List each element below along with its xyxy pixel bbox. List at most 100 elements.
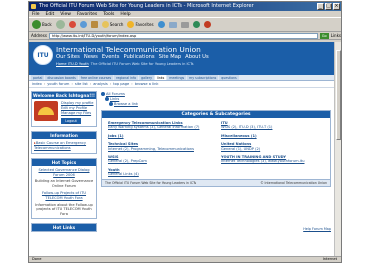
search-button[interactable]: Search [101, 21, 123, 28]
links-toolbar[interactable]: Links [331, 33, 341, 38]
breadcrumb: index › youth forum › site list › analysis ›… [29, 81, 334, 88]
category-item: Youth General Links (4) [108, 168, 213, 177]
breadcrumb-item[interactable]: analysis [93, 81, 108, 87]
browse-link[interactable]: Browse a link [114, 102, 138, 106]
hot-topics-title: Hot Topics [32, 159, 96, 166]
information-link[interactable]: Basic Course on Emergency Telecommunicat… [34, 141, 94, 151]
tab-portal[interactable]: portal [31, 75, 45, 80]
forward-button[interactable] [55, 20, 65, 29]
hot-topic-desc: Information about the Follow-up projects… [35, 202, 93, 216]
menu-view[interactable]: View [60, 11, 71, 17]
close-button[interactable]: × [333, 3, 340, 10]
stop-button[interactable] [68, 21, 76, 28]
logout-button[interactable]: Logout [61, 118, 81, 124]
forum-icon [101, 92, 105, 96]
refresh-button[interactable] [79, 21, 87, 28]
category-subcategories[interactable]: General (2), PrepCom [108, 159, 213, 163]
footer-right[interactable]: © International Telecommunication Union [260, 180, 327, 186]
messenger-button[interactable] [192, 21, 200, 28]
scrollbar-thumb[interactable] [336, 50, 341, 140]
category-subcategories[interactable]: General (1), UNDP (2) [221, 147, 326, 151]
tab-links[interactable]: links [154, 75, 167, 80]
manage-files-link[interactable]: Manage my Files [61, 111, 94, 115]
nav-site-map[interactable]: Site Map [159, 54, 182, 60]
breadcrumb-item[interactable]: index [32, 81, 42, 87]
breadcrumb-item[interactable]: top page [113, 81, 129, 87]
tab-my-subscriptions[interactable]: my subscriptions [187, 75, 219, 80]
category-title[interactable]: Jobs (1) [108, 134, 213, 138]
vertical-scrollbar[interactable] [334, 42, 341, 256]
forum-links-nav: All Forums Links Browse a link [101, 92, 138, 107]
status-zone: Internet [322, 257, 337, 261]
footer-left: The Official ITU Forum Web Site for Youn… [105, 180, 197, 185]
mail-icon [168, 21, 177, 28]
information-title: Information [32, 132, 96, 139]
window-titlebar[interactable]: The Official ITU Forum Web Site for Youn… [29, 2, 341, 11]
hot-links-title: Hot Links [32, 224, 96, 232]
category-subcategories[interactable]: General Links (4) [108, 172, 213, 176]
category-item: Miscellaneous (1) [221, 134, 326, 138]
browser-window: The Official ITU Forum Web Site for Youn… [28, 1, 342, 263]
media-button[interactable] [203, 21, 211, 28]
back-button[interactable]: Back [32, 20, 52, 29]
welcome-title: Welcome Back Ishtogna!!! [32, 92, 96, 99]
hot-topic-link[interactable]: Follow-up Projects of ITU TELECOM Youth … [34, 191, 94, 200]
category-subcategories[interactable]: Internet (2), Programming, Telecommunica… [108, 147, 213, 151]
breadcrumb-item[interactable]: browse a link [135, 81, 159, 87]
itu-logo[interactable]: ITU [33, 45, 53, 65]
nav-news[interactable]: News [84, 54, 98, 60]
breadcrumb-item[interactable]: youth forum [47, 81, 69, 87]
category-subcategories[interactable]: WSIS (2), ITU-D (3), ITU-T (1) [221, 125, 326, 129]
menu-help[interactable]: Help [120, 11, 130, 17]
favorites-button[interactable]: Favorites [127, 21, 154, 28]
tab-gallery[interactable]: gallery [139, 75, 154, 80]
history-button[interactable] [157, 21, 165, 28]
search-icon [101, 21, 109, 28]
nav-events[interactable]: Events [102, 54, 120, 60]
category-item: Jobs (1) [108, 134, 213, 138]
nav-about-us[interactable]: About Us [185, 54, 209, 60]
category-title[interactable]: Miscellaneous (1) [221, 134, 326, 138]
links-link[interactable]: Links [110, 97, 119, 101]
menu-favorites[interactable]: Favorites [77, 11, 97, 17]
minimize-button[interactable]: _ [317, 3, 324, 10]
maximize-button[interactable]: □ [325, 3, 332, 10]
menu-edit[interactable]: Edit [46, 11, 55, 17]
messenger-icon [192, 21, 200, 28]
help-forum-map-link[interactable]: Help Forum Map [303, 227, 331, 231]
category-item: Emergency Telecommunication Links Early … [108, 121, 213, 130]
site-title: International Telecommunication Union [56, 45, 201, 54]
print-button[interactable] [180, 21, 189, 28]
tab-regional-info[interactable]: regional info [114, 75, 139, 80]
address-bar: Address http://www.itu.int/ITU-D/youth/f… [29, 32, 341, 40]
category-item: Technical Sites Internet (2), Programmin… [108, 142, 213, 151]
back-arrow-icon [32, 20, 41, 29]
forum-icon [109, 102, 113, 106]
breadcrumb-item[interactable]: site list [75, 81, 88, 87]
hot-topic-link[interactable]: Selected Governance Dialog Forum 2006 [34, 168, 94, 177]
left-sidebar: Welcome Back Ishtogna!!! Display my prof… [31, 91, 97, 236]
tab-questions[interactable]: questions [219, 75, 239, 80]
go-button[interactable]: Go [319, 32, 329, 39]
tab-discussion-boards[interactable]: discussion boards [45, 75, 78, 80]
category-subcategories[interactable]: Internet Technologies (3), www.youthforu… [221, 159, 326, 163]
all-forums-link[interactable]: All Forums [106, 92, 125, 96]
edit-profile-link[interactable]: Edit my Profile [61, 106, 94, 110]
category-item: ITU WSIS (2), ITU-D (3), ITU-T (1) [221, 121, 326, 130]
home-button[interactable] [90, 21, 98, 28]
home-youth-link[interactable]: Home ITU-D Youth [56, 62, 89, 66]
forum-icon [105, 97, 109, 101]
page-footer: The Official ITU Forum Web Site for Youn… [102, 178, 330, 186]
menu-file[interactable]: File [32, 11, 40, 17]
tab-free-online-courses[interactable]: free online courses [78, 75, 114, 80]
address-input[interactable]: http://www.itu.int/ITU-D/youth/forum/ind… [48, 32, 318, 39]
nav-publications[interactable]: Publications [123, 54, 154, 60]
menu-tools[interactable]: Tools [103, 11, 114, 17]
status-bar: Done Internet [29, 256, 341, 262]
tab-meetings[interactable]: meetings [167, 75, 187, 80]
category-subcategories[interactable]: Early warning systems (3), General infor… [108, 125, 213, 129]
mail-button[interactable] [168, 21, 177, 28]
display-profile-link[interactable]: Display my profile [61, 101, 94, 105]
hot-topic-desc: Building an Internet Governance Online F… [34, 179, 94, 188]
nav-our-sites[interactable]: Our Sites [56, 54, 80, 60]
